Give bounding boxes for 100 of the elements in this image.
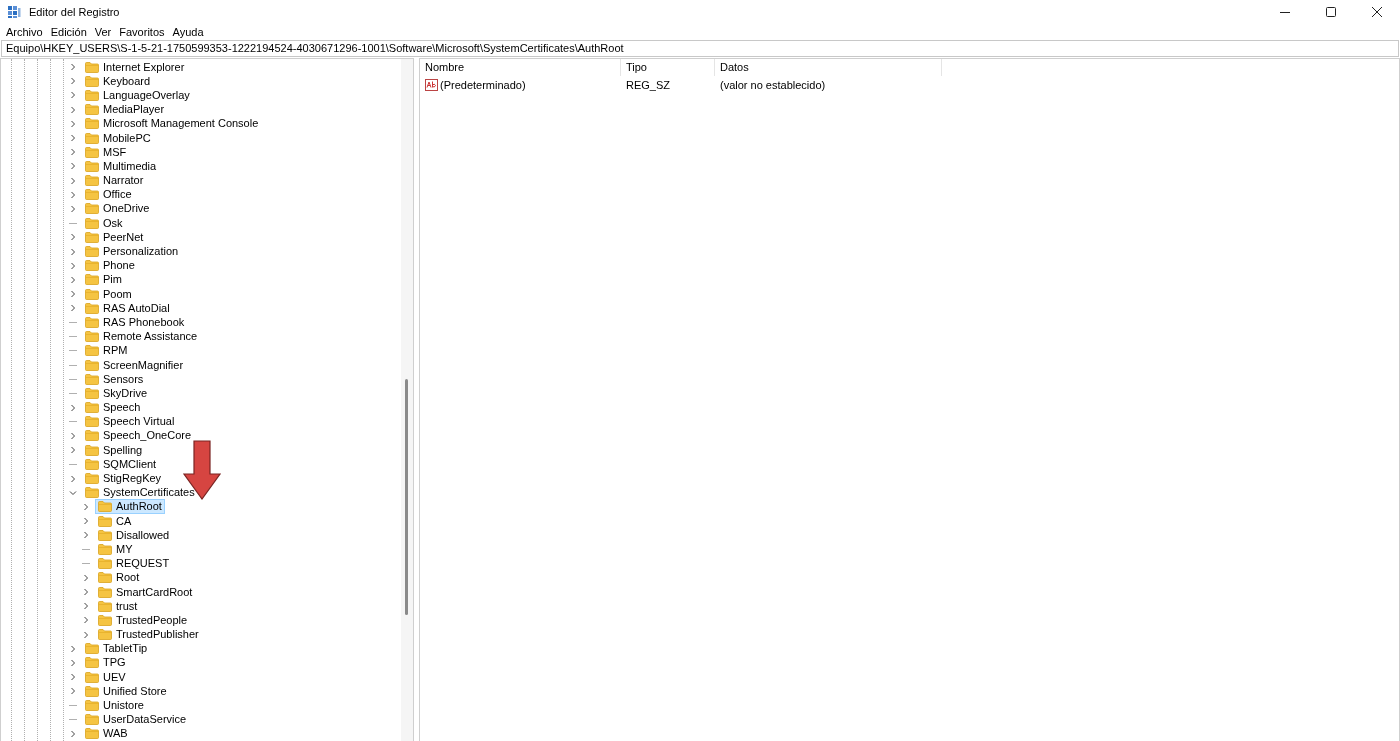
tree-item[interactable]: Disallowed xyxy=(95,527,173,543)
tree-item[interactable]: OneDrive xyxy=(82,201,153,217)
folder-icon xyxy=(85,274,99,286)
tree-item[interactable]: PeerNet xyxy=(82,229,147,245)
chevron-icon[interactable] xyxy=(69,644,77,653)
chevron-icon[interactable] xyxy=(69,204,77,213)
chevron-icon[interactable] xyxy=(69,105,77,114)
tree-item[interactable]: UserDataService xyxy=(82,712,190,728)
tree-item[interactable]: Unistore xyxy=(82,698,147,714)
chevron-icon[interactable] xyxy=(69,658,77,667)
chevron-icon[interactable] xyxy=(82,630,90,639)
folder-icon xyxy=(85,189,99,201)
tree-item[interactable]: Remote Assistance xyxy=(82,329,201,345)
tree-item[interactable]: UEV xyxy=(82,669,129,685)
chevron-icon[interactable] xyxy=(69,247,77,256)
chevron-icon[interactable] xyxy=(69,119,77,128)
chevron-icon[interactable] xyxy=(69,233,77,242)
tree-item[interactable]: SmartCardRoot xyxy=(95,584,196,600)
folder-icon xyxy=(85,217,99,229)
address-bar[interactable]: Equipo\HKEY_USERS\S-1-5-21-1750599353-1222194524-4030671296-1001\Software\Microsoft\SystemCertificates\AuthRoot xyxy=(1,40,1399,57)
tree-item[interactable]: TabletTip xyxy=(82,641,151,657)
tree-item[interactable]: RPM xyxy=(82,343,131,359)
chevron-icon[interactable] xyxy=(69,91,77,100)
column-header[interactable]: Nombre xyxy=(420,59,621,76)
chevron-icon[interactable] xyxy=(69,275,77,284)
tree-item[interactable]: Pim xyxy=(82,272,125,288)
folder-icon xyxy=(98,529,112,541)
tree-item[interactable]: Phone xyxy=(82,258,138,274)
tree-item[interactable]: trust xyxy=(95,598,141,614)
tree-item[interactable]: Internet Explorer xyxy=(82,59,188,75)
tree-item[interactable]: Microsoft Management Console xyxy=(82,116,262,132)
chevron-icon[interactable] xyxy=(69,446,77,455)
tree-item[interactable]: Root xyxy=(95,570,143,586)
chevron-icon[interactable] xyxy=(69,488,77,497)
tree-item[interactable]: SQMClient xyxy=(82,456,160,472)
tree-item[interactable]: TrustedPublisher xyxy=(95,627,202,643)
chevron-icon[interactable] xyxy=(69,162,77,171)
menu-item[interactable]: Ver xyxy=(90,26,116,38)
tree-item[interactable]: Speech Virtual xyxy=(82,414,178,430)
menu-item[interactable]: Edición xyxy=(46,26,91,38)
tree-item[interactable]: Multimedia xyxy=(82,158,160,174)
column-header[interactable]: Datos xyxy=(715,59,942,76)
tree-item[interactable]: RAS Phonebook xyxy=(82,314,188,330)
tree-item[interactable]: Speech_OneCore xyxy=(82,428,195,444)
chevron-icon[interactable] xyxy=(69,431,77,440)
chevron-icon[interactable] xyxy=(69,148,77,157)
chevron-icon[interactable] xyxy=(69,190,77,199)
tree-item[interactable]: Unified Store xyxy=(82,683,170,699)
tree-item[interactable]: Personalization xyxy=(82,244,182,260)
tree-item[interactable]: REQUEST xyxy=(95,556,173,572)
chevron-icon[interactable] xyxy=(69,176,77,185)
chevron-icon[interactable] xyxy=(69,304,77,313)
folder-icon xyxy=(85,416,99,428)
chevron-icon[interactable] xyxy=(82,531,90,540)
tree-item[interactable]: RAS AutoDial xyxy=(82,300,173,316)
chevron-icon[interactable] xyxy=(69,729,77,738)
chevron-icon[interactable] xyxy=(69,134,77,143)
chevron-icon[interactable] xyxy=(82,573,90,582)
tree-item[interactable]: Osk xyxy=(82,215,126,231)
tree-item[interactable]: Speech xyxy=(82,400,144,416)
tree-item[interactable]: TPG xyxy=(82,655,129,671)
tree-item[interactable]: Narrator xyxy=(82,173,147,189)
tree-item[interactable]: CA xyxy=(95,513,135,529)
tree-item[interactable]: Sensors xyxy=(82,371,147,387)
chevron-icon[interactable] xyxy=(69,261,77,270)
tree-item[interactable]: MediaPlayer xyxy=(82,102,168,118)
scrollbar-thumb[interactable] xyxy=(405,379,408,615)
tree-item[interactable]: SkyDrive xyxy=(82,385,150,401)
chevron-icon[interactable] xyxy=(82,616,90,625)
tree-item[interactable]: WAB xyxy=(82,726,131,741)
tree-item[interactable]: MobilePC xyxy=(82,130,154,146)
menu-item[interactable]: Favoritos xyxy=(115,26,169,38)
chevron-icon[interactable] xyxy=(69,403,77,412)
tree-item[interactable]: Spelling xyxy=(82,442,146,458)
chevron-icon[interactable] xyxy=(69,673,77,682)
tree-item[interactable]: MSF xyxy=(82,144,130,160)
column-header[interactable]: Tipo xyxy=(621,59,715,76)
value-name[interactable]: (Predeterminado) xyxy=(440,78,526,91)
chevron-icon[interactable] xyxy=(82,502,90,511)
folder-icon xyxy=(85,430,99,442)
chevron-icon[interactable] xyxy=(82,602,90,611)
tree-item[interactable]: SystemCertificates xyxy=(82,485,198,501)
tree-item[interactable]: TrustedPeople xyxy=(95,612,191,628)
chevron-icon[interactable] xyxy=(69,63,77,72)
menu-item[interactable]: Archivo xyxy=(2,26,47,38)
chevron-icon[interactable] xyxy=(82,588,90,597)
chevron-icon[interactable] xyxy=(69,474,77,483)
chevron-icon[interactable] xyxy=(82,517,90,526)
chevron-icon[interactable] xyxy=(69,687,77,696)
chevron-icon[interactable] xyxy=(69,77,77,86)
tree-item[interactable]: ScreenMagnifier xyxy=(82,357,187,373)
tree-item[interactable]: StigRegKey xyxy=(82,471,165,487)
tree-item[interactable]: Office xyxy=(82,187,135,203)
tree-item[interactable]: Poom xyxy=(82,286,135,302)
tree-item[interactable]: MY xyxy=(95,541,136,557)
tree-item[interactable]: LanguageOverlay xyxy=(82,87,193,103)
tree-item[interactable]: Keyboard xyxy=(82,73,154,89)
menu-item[interactable]: Ayuda xyxy=(168,26,208,38)
chevron-icon[interactable] xyxy=(69,290,77,299)
tree-item[interactable]: AuthRoot xyxy=(95,499,165,515)
